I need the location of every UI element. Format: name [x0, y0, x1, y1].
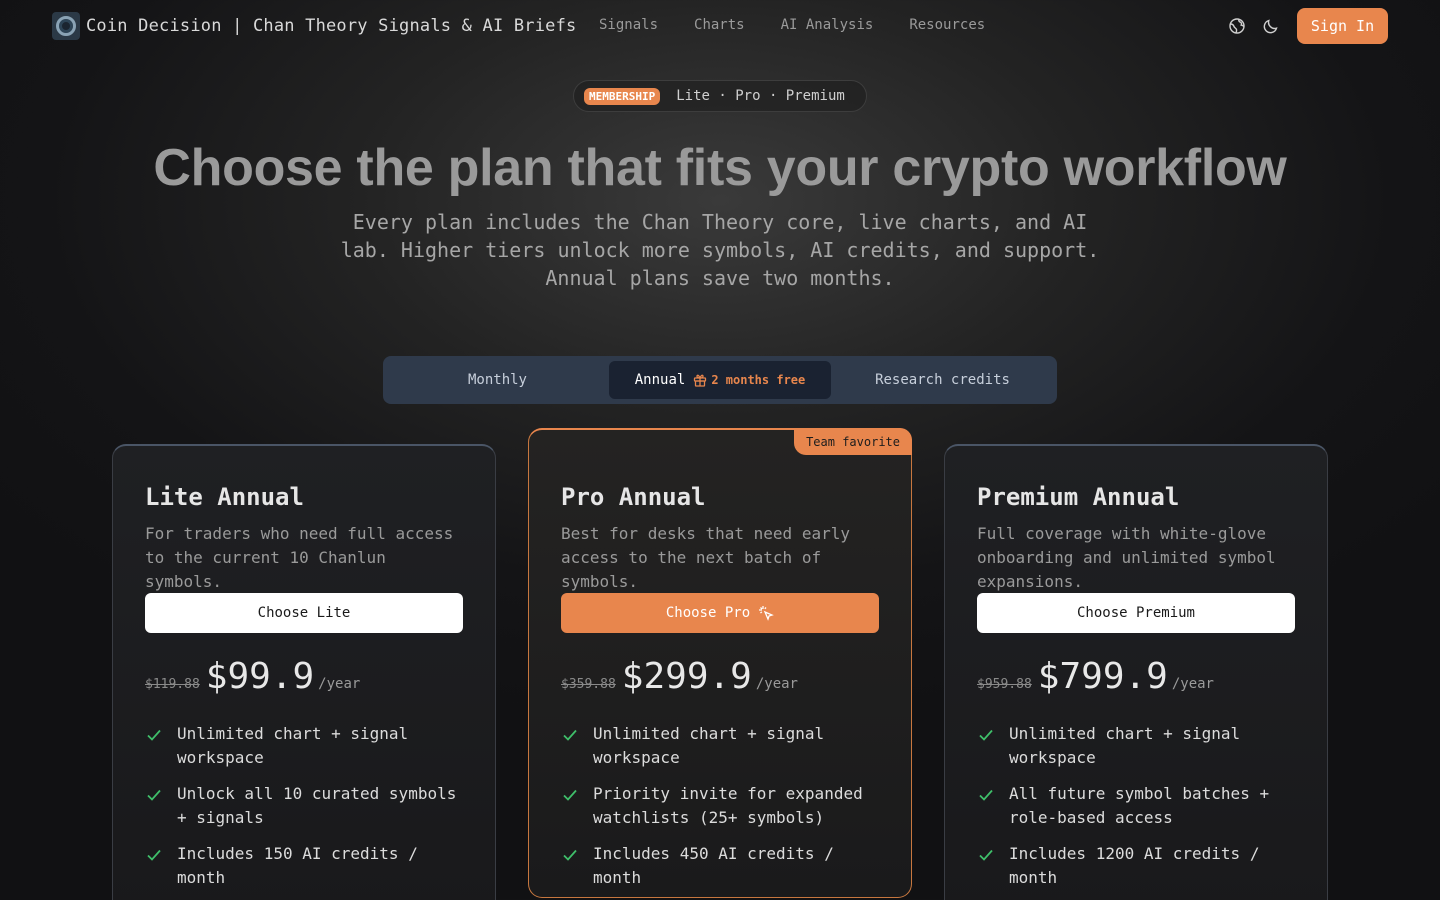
check-icon [979, 789, 993, 801]
nav-link-resources[interactable]: Resources [909, 17, 985, 33]
feature-text: Includes 1200 AI credits / month [1009, 844, 1260, 887]
choose-premium-button[interactable]: Choose Premium [977, 593, 1295, 633]
check-icon [147, 789, 161, 801]
price-period: /year [1171, 676, 1214, 692]
feature-item: Includes 450 AI credits / month [561, 842, 881, 890]
feature-list: Unlimited chart + signal workspace Prior… [561, 722, 881, 900]
globe-icon[interactable] [1228, 17, 1246, 35]
free-months-badge: 2 months free [693, 373, 805, 387]
button-label: Choose Lite [257, 605, 351, 621]
choose-pro-button[interactable]: Choose Pro [561, 593, 879, 633]
nav-link-ai-analysis[interactable]: AI Analysis [781, 17, 874, 33]
free-months-label: 2 months free [711, 373, 806, 387]
feature-item: Unlimited chart + signal workspace [561, 722, 881, 770]
original-price: $119.88 [145, 677, 200, 692]
feature-item: Includes 1200 AI credits / month [977, 842, 1297, 890]
brand-name: Coin Decision | Chan Theory Signals & AI… [86, 16, 577, 36]
nav-links: Signals Charts AI Analysis Resources [599, 17, 985, 33]
feature-item: Unlimited chart + signal workspace [145, 722, 465, 770]
brand[interactable]: Coin Decision | Chan Theory Signals & AI… [52, 12, 576, 40]
check-icon [563, 849, 577, 861]
plan-card-lite: Lite Annual For traders who need full ac… [112, 444, 496, 900]
original-price: $959.88 [977, 677, 1032, 692]
price-period: /year [755, 676, 798, 692]
logo-icon [52, 12, 80, 40]
choose-lite-button[interactable]: Choose Lite [145, 593, 463, 633]
check-icon [979, 729, 993, 741]
membership-badge: MEMBERSHIP [584, 87, 661, 105]
feature-item: Unlock all 10 curated symbols + signals [145, 782, 465, 830]
price-period: /year [318, 676, 361, 692]
billing-toggle: Monthly Annual 2 months free Research cr… [383, 356, 1057, 404]
feature-text: Unlimited chart + signal workspace [177, 724, 409, 767]
price: $299.9 [621, 656, 752, 697]
billing-option-label: Research credits [875, 372, 1010, 388]
plan-card-pro: Team favorite Pro Annual Best for desks … [528, 428, 912, 898]
feature-text: Unlock all 10 curated symbols + signals [177, 784, 457, 827]
feature-text: Unlimited chart + signal workspace [593, 724, 825, 767]
original-price: $359.88 [561, 677, 616, 692]
feature-item: Includes 150 AI credits / month [145, 842, 465, 890]
feature-text: Priority invite for expanded watchlists … [593, 784, 863, 827]
price: $99.9 [205, 656, 315, 697]
billing-option-label: Annual [634, 372, 686, 388]
billing-option-label: Monthly [467, 372, 527, 388]
plan-title: Pro Annual [561, 483, 706, 511]
billing-option-annual[interactable]: Annual 2 months free [609, 361, 831, 399]
billing-option-research-credits[interactable]: Research credits [833, 361, 1052, 399]
membership-pill: MEMBERSHIP Lite · Pro · Premium [573, 80, 867, 112]
feature-item: Priority invite for expanded watchlists … [561, 782, 881, 830]
price-row: $959.88 $799.9 /year [977, 656, 1214, 697]
feature-text: All future symbol batches + role-based a… [1009, 784, 1270, 827]
feature-list: Unlimited chart + signal workspace All f… [977, 722, 1297, 900]
plan-title: Premium Annual [977, 483, 1180, 511]
price-row: $119.88 $99.9 /year [145, 656, 360, 697]
check-icon [979, 849, 993, 861]
price: $799.9 [1037, 656, 1168, 697]
tier-list: Lite · Pro · Premium [676, 88, 845, 104]
plan-description: Full coverage with white-glove onboardin… [977, 524, 1276, 591]
feature-item: Unlimited chart + signal workspace [977, 722, 1297, 770]
feature-item: All future symbol batches + role-based a… [977, 782, 1297, 830]
nav-link-charts[interactable]: Charts [694, 17, 745, 33]
sparkle-cursor-icon [759, 606, 774, 621]
check-icon [563, 729, 577, 741]
moon-icon[interactable] [1262, 17, 1280, 35]
nav-link-signals[interactable]: Signals [599, 17, 658, 33]
plan-description: Best for desks that need early access to… [561, 524, 850, 591]
top-nav: Coin Decision | Chan Theory Signals & AI… [0, 0, 1440, 52]
sign-in-button[interactable]: Sign In [1297, 8, 1388, 44]
check-icon [563, 789, 577, 801]
price-row: $359.88 $299.9 /year [561, 656, 798, 697]
feature-text: Unlimited chart + signal workspace [1009, 724, 1241, 767]
button-label: Choose Pro [665, 605, 751, 621]
plan-card-premium: Premium Annual Full coverage with white-… [944, 444, 1328, 900]
feature-text: Includes 450 AI credits / month [593, 844, 834, 887]
gift-icon [694, 374, 707, 387]
team-favorite-ribbon: Team favorite [794, 428, 912, 455]
plan-description: For traders who need full access to the … [145, 524, 454, 591]
check-icon [147, 849, 161, 861]
page-title: Choose the plan that fits your crypto wo… [153, 139, 1287, 197]
feature-list: Unlimited chart + signal workspace Unloc… [145, 722, 465, 900]
feature-text: Includes 150 AI credits / month [177, 844, 418, 887]
billing-option-monthly[interactable]: Monthly [388, 361, 607, 399]
button-label: Choose Premium [1076, 605, 1195, 621]
page-subtitle: Every plan includes the Chan Theory core… [340, 210, 1100, 290]
plan-title: Lite Annual [145, 483, 304, 511]
check-icon [147, 729, 161, 741]
